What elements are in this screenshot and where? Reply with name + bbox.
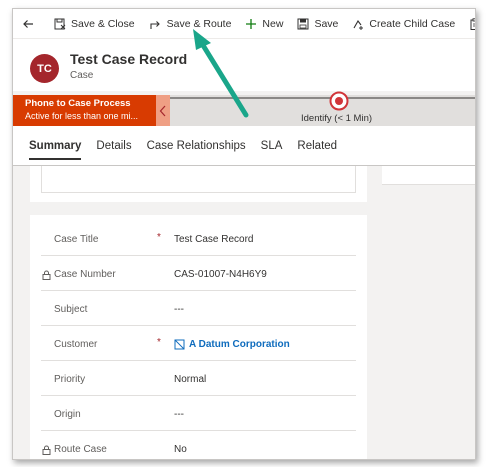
field-customer[interactable]: Customer * A Datum Corporation: [41, 326, 356, 361]
stage-target-icon[interactable]: [329, 91, 349, 111]
field-case-title[interactable]: Case Title * Test Case Record: [41, 221, 356, 256]
tab-details[interactable]: Details: [96, 126, 131, 166]
timeline-section: [382, 166, 475, 185]
field-label: Origin: [54, 409, 81, 420]
save-close-label: Save & Close: [71, 17, 135, 30]
bpf-progress-line: [170, 97, 475, 99]
save-close-button[interactable]: Save & Close: [47, 9, 142, 39]
new-label: New: [262, 17, 284, 30]
field-label: Priority: [54, 374, 86, 385]
account-icon: [174, 339, 185, 350]
required-marker: *: [157, 232, 161, 243]
field-route-case[interactable]: Route Case No: [41, 431, 356, 459]
business-process-flow: Phone to Case Process Active for less th…: [13, 91, 475, 126]
new-button[interactable]: New: [238, 9, 290, 39]
create-child-case-label: Create Child Case: [369, 17, 456, 30]
required-marker: *: [157, 337, 161, 348]
tab-case-relationships[interactable]: Case Relationships: [147, 126, 246, 166]
field-case-number[interactable]: Case Number CAS-01007-N4H6Y9: [41, 256, 356, 291]
field-label-text: Case Number: [54, 269, 116, 280]
chevron-left-icon: [159, 105, 166, 116]
app-window: Save & Close Save & Route New Save Creat…: [12, 8, 476, 460]
save-route-button[interactable]: Save & Route: [142, 9, 239, 39]
field-label: Case Title: [54, 234, 99, 245]
bpf-stage-name: Identify: [301, 113, 332, 124]
field-subject[interactable]: Subject ---: [41, 291, 356, 326]
case-details-section: Case Title * Test Case Record Case Numbe…: [30, 215, 367, 459]
create-child-case-button[interactable]: Create Child Case: [345, 9, 462, 39]
bpf-stage-label[interactable]: Identify (< 1 Min): [301, 113, 372, 124]
bpf-process-flyout[interactable]: Phone to Case Process Active for less th…: [13, 95, 156, 126]
field-value[interactable]: ---: [174, 304, 184, 315]
form-tabs: Summary Details Case Relationships SLA R…: [13, 126, 475, 166]
field-label: Subject: [54, 304, 88, 315]
bpf-active-time: Active for less than one mi...: [25, 111, 139, 121]
customer-name: A Datum Corporation: [189, 339, 290, 350]
save-label: Save: [314, 17, 339, 30]
bpf-stage-duration: (< 1 Min): [334, 113, 373, 124]
lock-icon: [42, 270, 51, 280]
save-button[interactable]: Save: [290, 9, 345, 39]
field-value: CAS-01007-N4H6Y9: [174, 269, 267, 280]
child-case-icon: [353, 19, 364, 30]
bpf-collapse-button[interactable]: [156, 95, 170, 126]
overflow-command-button[interactable]: Co: [462, 9, 475, 39]
field-value[interactable]: ---: [174, 409, 184, 420]
bpf-process-name: Phone to Case Process: [25, 98, 131, 109]
customer-lookup-link[interactable]: A Datum Corporation: [174, 339, 290, 350]
field-label: Case Number: [42, 269, 116, 280]
command-bar: Save & Close Save & Route New Save Creat…: [13, 9, 475, 39]
plus-icon: [246, 18, 257, 29]
avatar: TC: [30, 54, 59, 83]
field-label: Customer: [54, 339, 98, 350]
field-origin[interactable]: Origin ---: [41, 396, 356, 431]
section-bottom-edge: [41, 166, 356, 193]
field-priority[interactable]: Priority Normal: [41, 361, 356, 396]
page-title: Test Case Record: [70, 51, 188, 67]
field-label-text: Route Case: [54, 444, 107, 455]
back-arrow-icon: [23, 19, 33, 28]
tab-sla[interactable]: SLA: [261, 126, 283, 166]
save-route-label: Save & Route: [166, 17, 232, 30]
back-button[interactable]: [13, 9, 47, 39]
summary-section-top: [30, 166, 367, 202]
lock-icon: [42, 445, 51, 455]
tab-summary[interactable]: Summary: [29, 126, 82, 166]
record-header: TC Test Case Record Case: [13, 39, 475, 91]
entity-name: Case: [70, 70, 94, 81]
tab-related[interactable]: Related: [297, 126, 337, 166]
save-icon: [297, 18, 309, 29]
field-value: No: [174, 444, 187, 455]
field-value[interactable]: Test Case Record: [174, 234, 253, 245]
clipboard-icon: [470, 17, 475, 30]
route-icon: [150, 20, 160, 29]
field-label: Route Case: [42, 444, 107, 455]
field-value[interactable]: Normal: [174, 374, 206, 385]
save-close-icon: [54, 18, 66, 29]
